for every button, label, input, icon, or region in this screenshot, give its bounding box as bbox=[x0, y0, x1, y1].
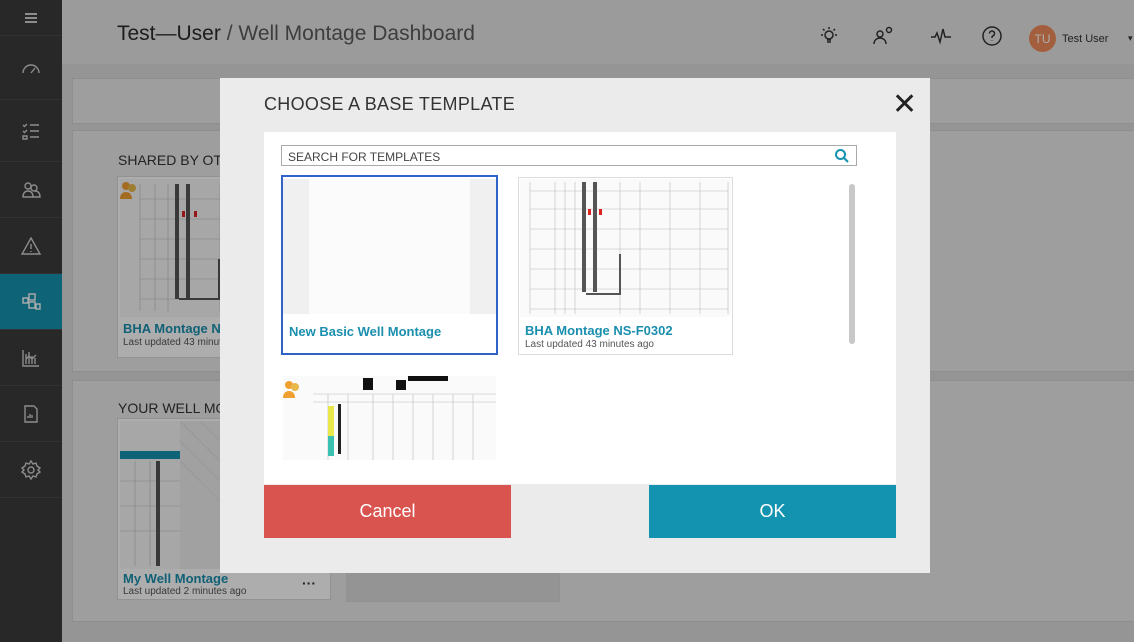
template-thumbnail bbox=[520, 179, 731, 317]
dialog-title: CHOOSE A BASE TEMPLATE bbox=[264, 94, 516, 114]
template-card-new-basic[interactable]: New Basic Well Montage bbox=[281, 175, 498, 355]
template-title: BHA Montage NS-F0302 bbox=[525, 323, 673, 338]
choose-template-dialog: CHOOSE A BASE TEMPLATE ✕ New Basic Well … bbox=[220, 78, 930, 573]
search-icon[interactable] bbox=[834, 148, 850, 164]
search-input[interactable] bbox=[286, 147, 830, 166]
template-card-bha-montage[interactable]: BHA Montage NS-F0302 Last updated 43 min… bbox=[518, 177, 733, 355]
shared-users-icon bbox=[283, 381, 299, 398]
close-icon[interactable]: ✕ bbox=[892, 90, 917, 120]
cancel-button[interactable]: Cancel bbox=[264, 485, 511, 538]
thumbnail-margin bbox=[283, 179, 309, 314]
thumbnail-margin bbox=[470, 179, 496, 314]
ok-button[interactable]: OK bbox=[649, 485, 896, 538]
template-thumbnail bbox=[283, 376, 496, 460]
dialog-body: New Basic Well Montage BHA M bbox=[264, 132, 896, 484]
scrollbar[interactable] bbox=[849, 184, 855, 344]
template-thumbnail bbox=[309, 179, 470, 314]
search-field bbox=[281, 145, 857, 166]
template-subtitle: Last updated 43 minutes ago bbox=[525, 339, 654, 350]
template-title: New Basic Well Montage bbox=[289, 324, 442, 339]
template-card-third[interactable] bbox=[281, 376, 498, 462]
